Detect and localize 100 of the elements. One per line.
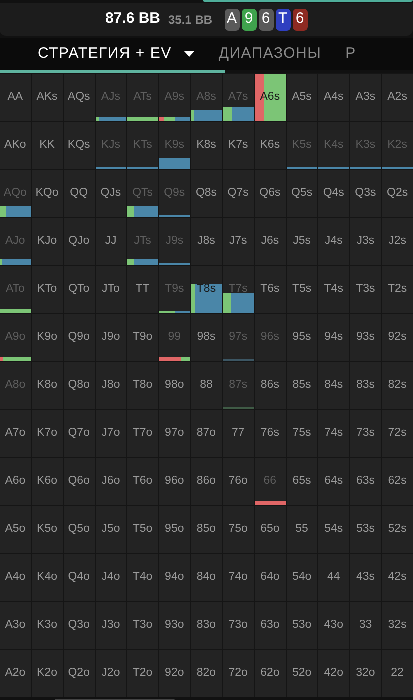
hand-cell[interactable]: T9o [127,314,158,361]
hand-cell[interactable]: 94s [318,314,350,361]
hand-cell[interactable]: 97o [159,410,190,457]
hand-cell[interactable]: KJo [32,218,63,265]
hand-cell[interactable]: AKo [0,122,31,169]
hand-cell[interactable]: 65o [254,506,286,553]
hand-cell[interactable]: KTo [32,266,63,313]
hand-cell[interactable]: J7s [222,218,254,265]
hand-cell[interactable]: J5o [96,506,126,553]
hand-cell[interactable]: K7o [32,410,63,457]
hand-cell[interactable]: Q8s [191,170,222,217]
hand-cell[interactable]: A2o [0,650,31,697]
hand-cell[interactable]: 76s [254,410,286,457]
hand-cell[interactable]: J6s [254,218,286,265]
hand-cell[interactable]: QJs [96,170,126,217]
hand-cell[interactable]: 76o [222,458,254,505]
hand-cell[interactable]: 65s [286,458,318,505]
hand-cell[interactable]: Q2o [64,650,95,697]
hand-cell[interactable]: J9o [96,314,126,361]
hand-cell[interactable]: AKs [32,74,63,121]
hand-cell[interactable]: 43o [318,602,350,649]
hand-cell[interactable]: Q4s [318,170,350,217]
hand-cell[interactable]: 84s [318,362,350,409]
hand-cell[interactable]: T8o [127,362,158,409]
hand-cell[interactable]: 87o [191,410,222,457]
hand-cell[interactable]: 72o [222,650,254,697]
hand-cell[interactable]: 93o [159,602,190,649]
hand-cell[interactable]: QTo [64,266,95,313]
hand-cell[interactable]: K8s [191,122,222,169]
hand-cell[interactable]: A2s [382,74,413,121]
hand-cell[interactable]: K5o [32,506,63,553]
hand-cell[interactable]: Q3o [64,602,95,649]
hand-cell[interactable]: Q2s [382,170,413,217]
hand-cell[interactable]: Q6o [64,458,95,505]
hand-cell[interactable]: 54o [286,554,318,601]
hand-cell[interactable]: K9o [32,314,63,361]
hand-cell[interactable]: 73o [222,602,254,649]
hand-cell[interactable]: 98s [191,314,222,361]
hand-cell[interactable]: 92s [382,314,413,361]
hand-cell[interactable]: J7o [96,410,126,457]
hand-cell[interactable]: Q7o [64,410,95,457]
hand-cell[interactable]: Q9o [64,314,95,361]
hand-cell[interactable]: T7o [127,410,158,457]
hand-cell[interactable]: T4s [318,266,350,313]
hand-cell[interactable]: 62s [382,458,413,505]
hand-cell[interactable]: 84o [191,554,222,601]
hand-cell[interactable]: 64o [254,554,286,601]
hand-cell[interactable]: A4o [0,554,31,601]
hand-cell[interactable]: TT [127,266,158,313]
hand-cell[interactable]: 72s [382,410,413,457]
hand-cell[interactable]: 94o [159,554,190,601]
hand-cell[interactable]: 63s [350,458,382,505]
hand-cell[interactable]: J3s [350,218,382,265]
hand-cell[interactable]: 95s [286,314,318,361]
hand-cell[interactable]: 33 [350,602,382,649]
hand-cell[interactable]: KQs [64,122,95,169]
hand-cell[interactable]: 88 [191,362,222,409]
hand-cell[interactable]: JTo [96,266,126,313]
hand-cell[interactable]: 32s [382,602,413,649]
hand-cell[interactable]: 75o [222,506,254,553]
tab[interactable]: Р [346,42,356,66]
hand-cell[interactable]: T5s [286,266,318,313]
tab[interactable]: СТРАТЕГИЯ + EV [38,42,195,66]
hand-cell[interactable]: 55 [286,506,318,553]
hand-cell[interactable]: 22 [382,650,413,697]
hand-cell[interactable]: Q3s [350,170,382,217]
hand-cell[interactable]: A3s [350,74,382,121]
hand-cell[interactable]: T4o [127,554,158,601]
hand-cell[interactable]: K4o [32,554,63,601]
hand-cell[interactable]: 74o [222,554,254,601]
hand-cell[interactable]: K3o [32,602,63,649]
hand-cell[interactable]: JJ [96,218,126,265]
hand-cell[interactable]: A3o [0,602,31,649]
hand-cell[interactable]: 42s [382,554,413,601]
hand-cell[interactable]: 77 [222,410,254,457]
hand-cell[interactable]: 42o [318,650,350,697]
hand-cell[interactable]: A5o [0,506,31,553]
hand-cell[interactable]: A7o [0,410,31,457]
hand-cell[interactable]: 85s [286,362,318,409]
hand-cell[interactable]: A6o [0,458,31,505]
hand-cell[interactable]: J4o [96,554,126,601]
hand-cell[interactable]: J8s [191,218,222,265]
hand-cell[interactable]: 96o [159,458,190,505]
hand-cell[interactable]: Q6s [254,170,286,217]
hand-cell[interactable]: K6s [254,122,286,169]
hand-cell[interactable]: 85o [191,506,222,553]
hand-cell[interactable]: J8o [96,362,126,409]
hand-cell[interactable]: 92o [159,650,190,697]
hand-cell[interactable]: 44 [318,554,350,601]
hand-cell[interactable]: 53o [286,602,318,649]
hand-cell[interactable]: KK [32,122,63,169]
tab[interactable]: ДИАПАЗОНЫ [218,42,322,66]
hand-cell[interactable]: J6o [96,458,126,505]
hand-cell[interactable]: AQs [64,74,95,121]
hand-cell[interactable]: J2s [382,218,413,265]
hand-cell[interactable]: T6s [254,266,286,313]
hand-cell[interactable]: K8o [32,362,63,409]
hand-cell[interactable]: 83o [191,602,222,649]
hand-cell[interactable]: QQ [64,170,95,217]
hand-cell[interactable]: Q5o [64,506,95,553]
